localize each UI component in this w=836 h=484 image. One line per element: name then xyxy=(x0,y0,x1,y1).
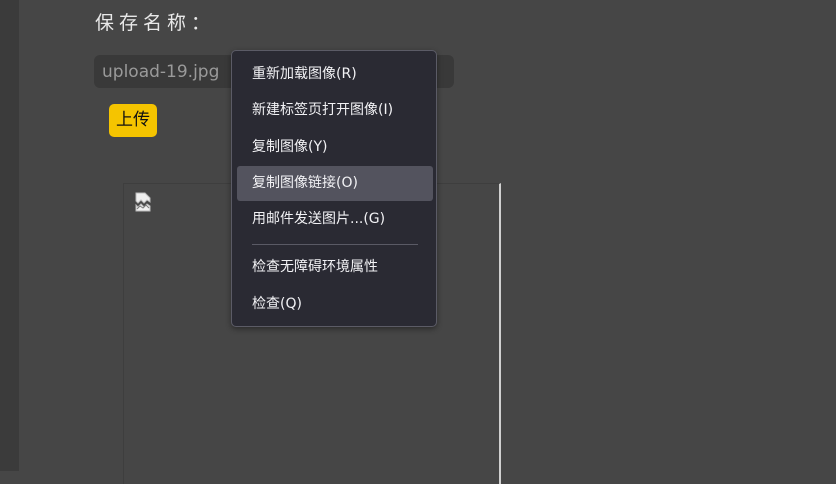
menu-item-inspect[interactable]: 检查(Q) xyxy=(237,287,433,322)
menu-item-open-image-new-tab[interactable]: 新建标签页打开图像(I) xyxy=(237,93,433,128)
upload-button[interactable]: 上传 xyxy=(109,104,157,137)
left-edge-strip xyxy=(0,0,19,471)
broken-image-icon xyxy=(135,192,151,212)
menu-item-copy-image-link[interactable]: 复制图像链接(O) xyxy=(237,166,433,201)
menu-separator xyxy=(252,244,418,245)
save-name-label: 保存名称： xyxy=(95,12,216,34)
menu-item-inspect-accessibility[interactable]: 检查无障碍环境属性 xyxy=(237,250,433,285)
menu-item-reload-image[interactable]: 重新加载图像(R) xyxy=(237,57,433,92)
menu-item-email-image[interactable]: 用邮件发送图片...(G) xyxy=(237,202,433,237)
context-menu: 重新加载图像(R) 新建标签页打开图像(I) 复制图像(Y) 复制图像链接(O)… xyxy=(231,50,437,327)
menu-item-copy-image[interactable]: 复制图像(Y) xyxy=(237,130,433,165)
